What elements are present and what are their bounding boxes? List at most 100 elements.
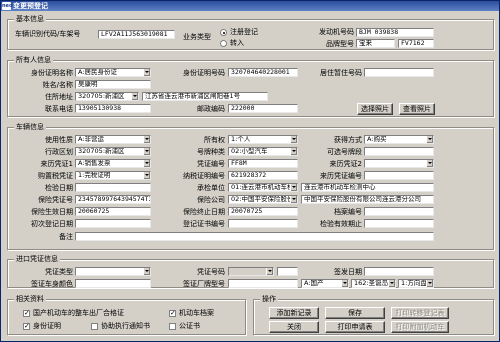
inspect-org-select[interactable]: 01:连云港市机动车检 [228,183,298,192]
select-photo-button[interactable]: 选择照片 [357,103,393,115]
insure-no-input[interactable]: 23457899764394574T3 [75,195,151,204]
valid-until-input[interactable] [364,219,434,228]
acquire-select[interactable]: A:购买 [364,135,434,144]
owner-type-select[interactable]: 1:个人 [228,135,298,144]
country-value: A:国产 [304,279,324,287]
add-record-button[interactable]: 添加新记录 [269,307,319,319]
material-checkbox-id[interactable]: ✓ [23,323,30,330]
use-select[interactable]: A:非营运 [75,135,151,144]
print-transfer-button[interactable]: 打印转移登记表 [391,307,449,319]
chevron-down-icon[interactable] [290,184,297,191]
chevron-down-icon[interactable] [143,136,150,143]
address-input[interactable]: 江苏省连云港市新浦区闸阳巷1号 [142,92,268,101]
first-reg-input[interactable] [75,219,151,228]
tax-no-input[interactable]: 621928372 [228,171,298,180]
chevron-down-icon[interactable] [143,172,150,179]
address-label: 住所地址 [45,93,73,101]
name-input[interactable]: 吴康明 [75,80,151,89]
plate-seg-select[interactable]: 162:圣诞岛 [351,279,396,288]
chevron-down-icon[interactable] [143,69,150,76]
origin-cert-input[interactable] [364,171,434,180]
checkmark-icon: ✓ [170,309,176,317]
vin-input[interactable]: LFV2A11J563019081 [98,30,175,39]
insure-end-label: 保险终止日期 [183,208,225,216]
chevron-down-icon[interactable] [290,136,297,143]
biz-type-register-label: 注册登记 [230,28,258,36]
view-photo-button[interactable]: 查看照片 [399,103,435,115]
chevron-down-icon[interactable] [426,160,433,167]
admin-area-select[interactable]: 320705:新浦区 [75,147,151,156]
zip-input[interactable]: 222000 [228,104,298,113]
factory-input[interactable] [228,279,298,288]
biz-type-label: 业务类型 [183,33,211,41]
reg-cert-input[interactable] [228,219,298,228]
inspect-org-input[interactable]: 连云港市机动车检测中心 [301,183,434,192]
material-checkbox-notice[interactable] [91,323,98,330]
chevron-down-icon[interactable] [143,160,150,167]
biz-type-transfer-radio[interactable] [220,40,227,47]
steer-select[interactable]: 1:方向盘 [398,279,434,288]
origin1-select[interactable]: A:销售发票 [75,159,151,168]
issue-date-input[interactable] [364,267,434,276]
material-checkbox-archive[interactable]: ✓ [169,310,176,317]
chevron-down-icon[interactable] [290,148,297,155]
model-input[interactable]: FV7162 [398,39,434,48]
use-label: 使用性质 [45,136,73,144]
chevron-down-icon[interactable] [426,136,433,143]
id-no-input[interactable]: 320704640228001 [228,68,298,77]
close-button[interactable]: 关闭 [269,321,319,333]
cert-no-select[interactable] [228,267,274,276]
print-application-button[interactable]: 打印申请表 [325,321,385,333]
cert-type-select[interactable] [75,267,151,276]
chevron-down-icon[interactable] [143,148,150,155]
material-checkbox-cert[interactable]: ✓ [23,310,30,317]
cert1-no-input[interactable]: FF8M [228,159,298,168]
origin2-select[interactable] [364,159,434,168]
chevron-down-icon[interactable] [266,268,273,275]
biz-type-register-radio[interactable] [220,29,227,36]
insure-start-input[interactable]: 20060725 [75,207,151,216]
insure-end-input[interactable]: 20070725 [228,207,298,216]
id-type-select[interactable]: A:居民身份证 [75,68,151,77]
material-label-cert: 国产机动车的整车出厂合格证 [33,309,124,317]
checkmark-icon: ✓ [24,309,30,317]
plate-type-select[interactable]: 02:小型汽车 [228,147,298,156]
note-input[interactable] [75,232,434,241]
tax-value: 1:完税证明 [78,171,111,179]
district-select[interactable]: 320705:新浦区 [75,92,139,101]
phone-input[interactable]: 13905130938 [75,104,151,113]
archive-no-input[interactable] [364,207,434,216]
origin-cert-label: 来历凭证编号 [320,172,362,180]
app-icon: neo [2,2,13,10]
brand-label: 品牌型号 [326,40,354,48]
chevron-down-icon[interactable] [143,268,150,275]
chevron-down-icon[interactable] [131,93,138,100]
chevron-down-icon[interactable] [388,280,395,287]
tax-select[interactable]: 1:完税证明 [75,171,151,180]
material-checkbox-notary[interactable] [169,323,176,330]
insure-co-label: 保险公司 [197,196,225,204]
zip-label: 邮政编码 [197,105,225,113]
import-info-title: 进口凭证信息 [14,255,60,264]
phone-label: 联系电话 [45,105,73,113]
insure-co-select[interactable]: 02:中国平安保险股份 [228,195,298,204]
inspect-date-input[interactable] [75,183,151,192]
chevron-down-icon[interactable] [341,280,348,287]
save-button[interactable]: 保存 [325,307,385,319]
insure-co-input[interactable]: 中国平安保险股份有限公司连云港分公司 [301,195,434,204]
id-type-value: A:居民身份证 [78,68,118,76]
chevron-down-icon[interactable] [290,196,297,203]
chevron-down-icon[interactable] [426,280,433,287]
residence-input[interactable] [364,68,434,77]
print-attach-button[interactable]: 打印附加机动车 [391,321,449,333]
engine-input[interactable]: BJM 039838 [356,28,434,37]
inspect-org-label: 承检单位 [197,184,225,192]
plate-no-input[interactable] [364,147,434,156]
brand-input[interactable]: 宝来 [356,39,395,48]
cert-no-input[interactable] [277,267,298,276]
use-value: A:非营运 [78,135,105,143]
valid-until-label: 检验有效期止 [320,220,362,228]
checkmark-icon: ✓ [24,322,30,330]
country-select[interactable]: A:国产 [301,279,349,288]
body-color-input[interactable] [75,279,151,288]
